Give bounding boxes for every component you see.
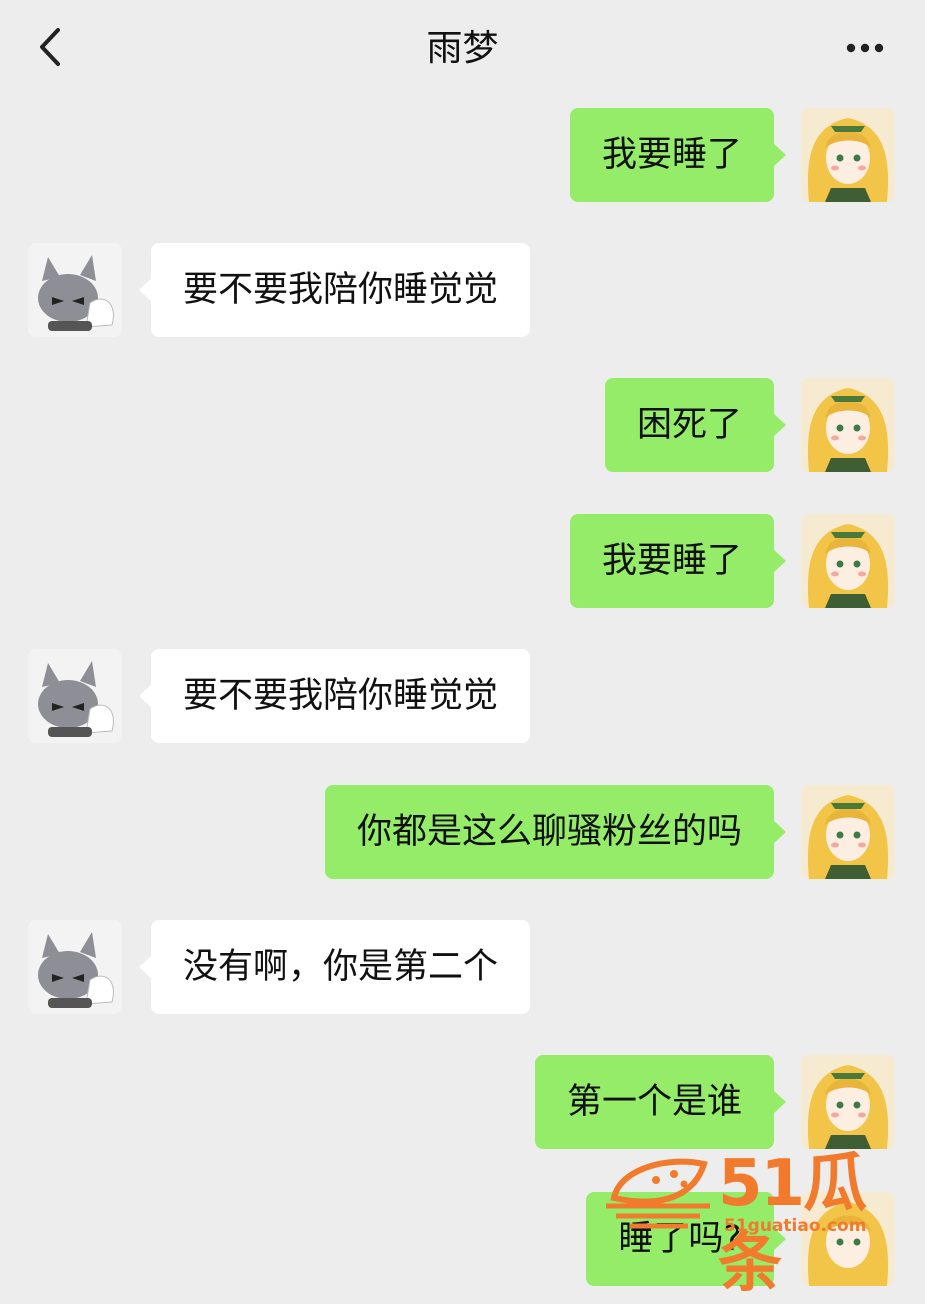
my-avatar[interactable] [801, 108, 895, 202]
contact-avatar[interactable] [28, 920, 122, 1014]
message-row: 我要睡了 [0, 514, 925, 610]
sent-message-bubble[interactable]: 你都是这么聊骚粉丝的吗 [324, 785, 787, 879]
sent-message-bubble[interactable]: 睡了吗? [586, 1192, 786, 1286]
received-message-bubble[interactable]: 没有啊，你是第二个 [138, 920, 531, 1014]
cat-avatar-icon [28, 649, 122, 743]
message-row: 我要睡了 [0, 108, 925, 204]
chat-header: 雨梦 [0, 0, 925, 98]
message-row: 睡了吗? [0, 1192, 925, 1288]
more-dots-icon [846, 43, 884, 53]
chat-title: 雨梦 [426, 28, 499, 69]
anime-girl-avatar-icon [801, 1192, 895, 1286]
sent-message-bubble[interactable]: 我要睡了 [569, 108, 787, 202]
anime-girl-avatar-icon [801, 514, 895, 608]
contact-avatar[interactable] [28, 243, 122, 337]
message-row: 要不要我陪你睡觉觉 [0, 649, 925, 745]
anime-girl-avatar-icon [801, 378, 895, 472]
received-message-bubble[interactable]: 要不要我陪你睡觉觉 [138, 243, 531, 337]
my-avatar[interactable] [801, 1192, 895, 1286]
more-button[interactable] [835, 24, 895, 70]
anime-girl-avatar-icon [801, 108, 895, 202]
my-avatar[interactable] [801, 378, 895, 472]
my-avatar[interactable] [801, 785, 895, 879]
message-row: 困死了 [0, 378, 925, 474]
cat-avatar-icon [28, 920, 122, 1014]
anime-girl-avatar-icon [801, 785, 895, 879]
received-message-bubble[interactable]: 要不要我陪你睡觉觉 [138, 649, 531, 743]
my-avatar[interactable] [801, 514, 895, 608]
my-avatar[interactable] [801, 1055, 895, 1149]
message-row: 第一个是谁 [0, 1055, 925, 1151]
message-row: 你都是这么聊骚粉丝的吗 [0, 785, 925, 881]
message-row: 没有啊，你是第二个 [0, 920, 925, 1016]
sent-message-bubble[interactable]: 第一个是谁 [534, 1055, 787, 1149]
message-row: 要不要我陪你睡觉觉 [0, 243, 925, 339]
sent-message-bubble[interactable]: 困死了 [604, 378, 787, 472]
cat-avatar-icon [28, 243, 122, 337]
sent-message-bubble[interactable]: 我要睡了 [569, 514, 787, 608]
anime-girl-avatar-icon [801, 1055, 895, 1149]
contact-avatar[interactable] [28, 649, 122, 743]
